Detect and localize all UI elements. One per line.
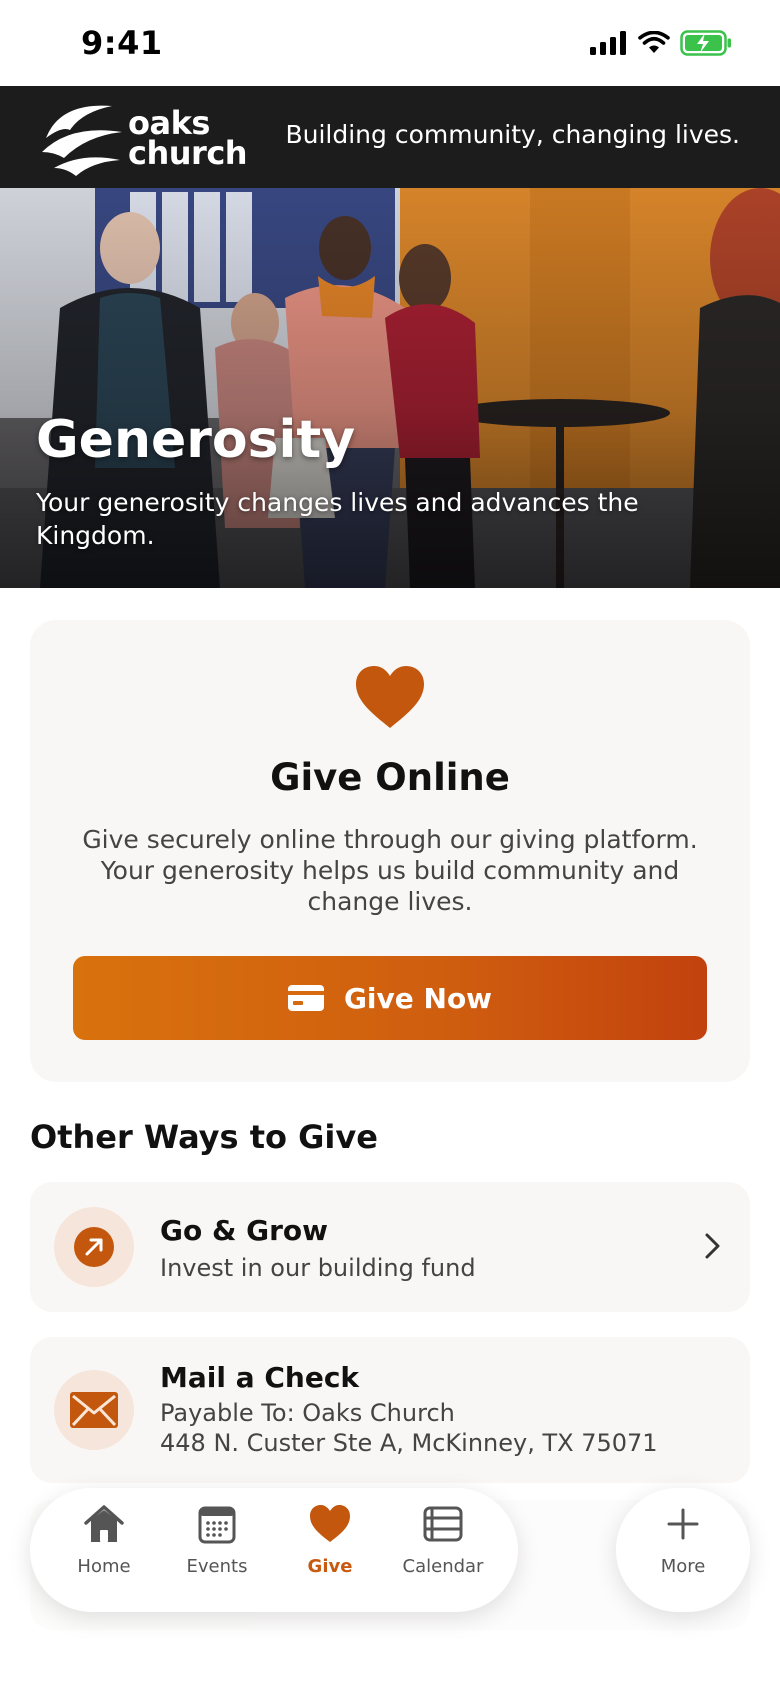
hero-title: Generosity bbox=[36, 410, 356, 470]
check-payable-line: Payable To: Oaks Church bbox=[160, 1399, 455, 1427]
tab-home[interactable]: Home bbox=[54, 1502, 154, 1598]
give-online-description: Give securely online through our giving … bbox=[82, 825, 698, 916]
arrow-up-right-icon bbox=[74, 1227, 114, 1267]
give-now-label: Give Now bbox=[343, 981, 493, 1015]
tab-calendar[interactable]: Calendar bbox=[393, 1502, 493, 1598]
heart-icon bbox=[310, 1505, 350, 1542]
list-calendar-icon bbox=[423, 1506, 463, 1542]
logo-wordmark: oaks church bbox=[128, 107, 248, 172]
tab-events-label: Events bbox=[186, 1556, 248, 1577]
more-label: More bbox=[660, 1556, 706, 1577]
header-bar: oaks church Building community, changing… bbox=[0, 86, 780, 188]
way-icon-circle bbox=[54, 1370, 134, 1450]
signal-icon bbox=[590, 31, 626, 55]
bottom-tab-bar: Home Events Give Calendar bbox=[30, 1488, 518, 1612]
check-address-line: 448 N. Custer Ste A, McKinney, TX 75071 bbox=[160, 1429, 658, 1457]
calendar-grid-icon bbox=[198, 1506, 236, 1544]
tab-home-label: Home bbox=[77, 1556, 131, 1577]
tab-events[interactable]: Events bbox=[167, 1502, 267, 1598]
way-icon-circle bbox=[54, 1207, 134, 1287]
battery-icon bbox=[680, 30, 731, 56]
give-online-card: Give Online Give securely online through… bbox=[30, 620, 750, 1082]
go-and-grow-subtitle: Invest in our building fund bbox=[160, 1254, 476, 1282]
give-online-title: Give Online bbox=[270, 756, 510, 799]
status-bar: 9:41 bbox=[0, 0, 780, 86]
mail-a-check-title: Mail a Check bbox=[160, 1361, 360, 1394]
header-tagline: Building community, changing lives. bbox=[285, 120, 740, 149]
tab-give-label: Give bbox=[307, 1556, 353, 1577]
more-button[interactable]: More bbox=[616, 1488, 750, 1612]
church-logo[interactable]: oaks church bbox=[40, 96, 250, 178]
logo-line-2: church bbox=[128, 134, 248, 172]
give-now-button[interactable]: Give Now bbox=[73, 956, 707, 1040]
hero-subtitle: Your generosity changes lives and advanc… bbox=[36, 488, 639, 550]
status-time: 9:41 bbox=[81, 24, 163, 62]
go-and-grow-title: Go & Grow bbox=[160, 1214, 329, 1247]
go-and-grow-item[interactable]: Go & Grow Invest in our building fund bbox=[30, 1182, 750, 1312]
oaks-leaf-logo-icon bbox=[42, 105, 122, 176]
home-icon bbox=[84, 1505, 124, 1542]
mail-a-check-details: Payable To: Oaks Church 448 N. Custer St… bbox=[160, 1398, 658, 1458]
plus-icon bbox=[667, 1508, 699, 1540]
other-ways-title: Other Ways to Give bbox=[30, 1118, 378, 1156]
chevron-right-icon bbox=[705, 1233, 720, 1259]
tab-calendar-label: Calendar bbox=[402, 1556, 484, 1577]
status-icons bbox=[590, 30, 732, 56]
mail-a-check-item: Mail a Check Payable To: Oaks Church 448… bbox=[30, 1337, 750, 1483]
envelope-icon bbox=[70, 1392, 118, 1428]
hero-banner: Generosity Your generosity changes lives… bbox=[0, 188, 780, 588]
tab-give[interactable]: Give bbox=[280, 1502, 380, 1598]
heart-icon bbox=[356, 666, 424, 728]
wifi-icon bbox=[638, 31, 670, 53]
credit-card-icon bbox=[287, 985, 324, 1011]
